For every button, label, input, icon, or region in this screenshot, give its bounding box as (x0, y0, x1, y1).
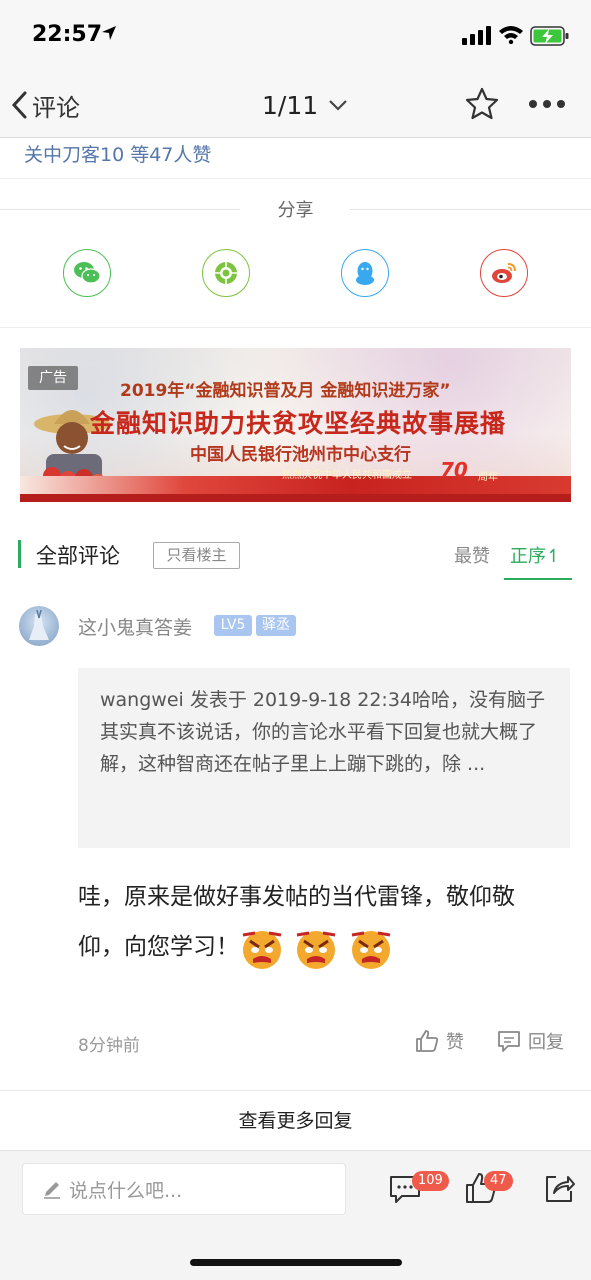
share-wechat-button[interactable] (63, 249, 111, 297)
back-label: 评论 (32, 93, 80, 122)
chevron-down-icon (329, 100, 347, 111)
status-time: 22:57 (32, 22, 103, 47)
chevron-left-icon (11, 91, 27, 119)
status-bar: 22:57 (0, 0, 591, 72)
home-indicator (190, 1259, 402, 1266)
bottom-toolbar: 说点什么吧... 109 47 (0, 1150, 591, 1280)
share-export-icon[interactable] (542, 1171, 576, 1205)
more-options-icon[interactable] (528, 98, 566, 110)
like-label: 赞 (446, 1032, 464, 1053)
qq-icon (356, 262, 374, 285)
ad-ribbon-base (20, 494, 571, 502)
back-button[interactable]: 评论 (10, 88, 86, 122)
pencil-icon (44, 1182, 60, 1199)
share-title: 分享 (277, 200, 314, 221)
reply-button[interactable]: 回复 (496, 1028, 564, 1054)
section-accent-bar (18, 540, 21, 568)
comment-username[interactable]: 这小鬼真答姜 (78, 613, 192, 640)
avatar[interactable] (19, 606, 59, 646)
comments-header: 全部评论 只看楼主 最赞 正序↿ (0, 528, 591, 580)
like-count-badge: 47 (484, 1171, 513, 1191)
comment-input-placeholder: 说点什么吧... (69, 1179, 183, 1202)
comment-timestamp: 8分钟前 (78, 1036, 140, 1056)
share-moments-button[interactable] (202, 249, 250, 297)
reply-bubble-icon (498, 1031, 520, 1052)
sort-ascending-tab[interactable]: 正序↿ (510, 542, 561, 568)
avatar-image (29, 609, 49, 640)
user-rank-badge: 驿丞 (256, 615, 296, 636)
like-button[interactable]: 赞 (414, 1028, 464, 1054)
cellular-signal-icon (462, 26, 491, 45)
navigation-bar: 评论 1/11 (0, 72, 591, 138)
active-tab-underline (504, 578, 572, 580)
location-arrow-icon (102, 26, 116, 40)
comment-input[interactable]: 说点什么吧... (22, 1163, 346, 1215)
ad-anniversary-text: 热烈庆祝中华人民共和国成立 (282, 470, 412, 481)
weibo-icon (492, 263, 516, 283)
comment-body: 哇，原来是做好事发帖的当代雷锋，敬仰敬仰，向您学习！ (78, 872, 558, 973)
quoted-reply[interactable]: wangwei 发表于 2019-9-18 22:34哈哈，没有脑子其实真不该说… (78, 668, 570, 848)
ad-label: 广告 (28, 366, 78, 390)
view-more-replies-button[interactable]: 查看更多回复 (0, 1090, 591, 1150)
moments-icon (215, 262, 237, 284)
ad-years: 70 (440, 458, 468, 482)
user-level-badge: LV5 (214, 615, 252, 636)
emoji-group (239, 923, 395, 973)
angry-face-emoji-icon (297, 931, 336, 969)
reply-label: 回复 (528, 1032, 564, 1053)
page-indicator: 1/11 (262, 90, 319, 120)
favorite-star-icon[interactable] (464, 86, 500, 122)
ad-sponsor: 中国人民银行池州市中心支行 (190, 445, 411, 465)
share-qq-button[interactable] (341, 249, 389, 297)
wifi-icon (499, 26, 523, 44)
share-weibo-button[interactable] (480, 249, 528, 297)
page-selector[interactable]: 1/11 (262, 88, 348, 122)
comments-title: 全部评论 (36, 544, 120, 568)
only-op-filter-button[interactable]: 只看楼主 (153, 542, 240, 569)
comment-count-badge: 109 (412, 1171, 449, 1191)
ad-headline-1: 2019年“金融知识普及月 金融知识进万家” (120, 381, 451, 401)
likes-summary[interactable]: 关中刀客10 等47人赞 (24, 140, 211, 167)
sort-most-liked-tab[interactable]: 最赞 (454, 542, 490, 568)
ad-years-unit: 周年 (478, 472, 498, 483)
angry-face-emoji-icon (242, 931, 282, 969)
wechat-icon (74, 262, 101, 284)
battery-charging-icon (530, 26, 569, 46)
ad-headline-2: 金融知识助力扶贫攻坚经典故事展播 (90, 409, 507, 438)
share-section: 分享 (0, 178, 591, 328)
thumbs-up-icon (416, 1030, 439, 1052)
ad-banner[interactable]: 广告 2019年“金融知识普及月 金融知识进万家” 金融知识助力扶贫攻坚经典故事… (20, 348, 571, 502)
angry-face-emoji-icon (351, 931, 390, 969)
